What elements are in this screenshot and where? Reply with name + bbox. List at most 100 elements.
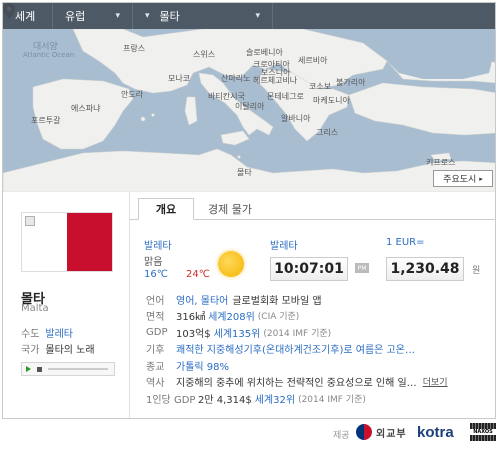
weather-city[interactable]: 발레타 <box>144 237 172 252</box>
fact-gdp-per-capita: 1인당 GDP 2만 4,314$ 세계32위 (2014 IMF 기준) <box>146 390 486 407</box>
region-nav: 세계 유럽 ▾ ▾ 몰타 ▾ <box>3 3 495 29</box>
overview-panel: 발레타 맑음 16℃ 24℃ 발레타 10:07:01 PM 1 EUR= 1,… <box>130 221 495 418</box>
fact-area: 면적 316㎢ 세계208위 (CIA 기준) <box>146 308 486 325</box>
fact-gdp: GDP 103억$ 세계135위 (2014 IMF 기준) <box>146 324 486 341</box>
map[interactable]: 대서양 Atlantic Ocean 프랑스 스위스 슬로베니아 크로아티아 세… <box>3 3 495 192</box>
george-cross-icon <box>25 216 35 226</box>
fact-value[interactable]: 쾌적한 지중해성기후(온대하계건조기후)로 여름은 고온… <box>176 341 415 356</box>
chevron-down-icon: ▾ <box>145 11 150 21</box>
play-icon[interactable] <box>26 366 31 372</box>
fact-key: GDP <box>146 326 168 338</box>
map-label-slovenia: 슬로베니아 <box>246 48 283 57</box>
map-label-sanmarino: 산마리노 <box>221 74 251 83</box>
map-label-kosovo: 코소보 <box>309 82 332 91</box>
provided-by-label: 제공 <box>333 431 350 441</box>
clock-city[interactable]: 발레타 <box>270 237 298 252</box>
map-label-serbia: 세르비아 <box>298 56 328 65</box>
more-link[interactable]: 더보기 <box>423 375 448 388</box>
fact-note: (2014 IMF 기준) <box>298 394 366 405</box>
chevron-down-icon: ▾ <box>255 11 260 21</box>
map-label-andorra: 안도라 <box>121 90 144 99</box>
map-label-greece: 그리스 <box>316 128 339 137</box>
fact-history: 역사 지중해의 중추에 위치하는 전략적인 중요성으로 인해 일… 더보기 <box>146 374 486 391</box>
anthem-player <box>21 362 115 376</box>
capital-link[interactable]: 발레타 <box>45 329 73 340</box>
map-label-italy: 이탈리아 <box>235 102 265 111</box>
map-label-france: 프랑스 <box>123 44 146 53</box>
tab-overview[interactable]: 개요 <box>138 198 194 220</box>
nav-world-label: 세계 <box>15 10 36 23</box>
mofa-logo[interactable]: 외교부 <box>356 424 407 440</box>
anthem-row: 국가 몰타의 노래 <box>21 341 95 356</box>
nav-country-label: 몰타 <box>159 10 180 23</box>
nav-country-select[interactable]: ▾ 몰타 ▾ <box>133 3 273 29</box>
fact-value: 지중해의 중추에 위치하는 전략적인 중요성으로 인해 일… <box>176 378 417 390</box>
fact-key: 1인당 GDP <box>146 394 196 406</box>
fact-rank[interactable]: 세계135위 <box>214 325 261 340</box>
fact-value[interactable]: 영어, 몰타어 <box>176 292 228 307</box>
fact-value: 103억$ <box>176 328 211 340</box>
main-cities-button[interactable]: 주요도시 ▸ <box>433 170 493 187</box>
naxos-text: NAXOS <box>470 429 496 435</box>
capital-key: 수도 <box>21 329 40 340</box>
country-summary: 몰타 Malta 수도 발레타 국가 몰타의 노래 <box>3 192 130 418</box>
nav-continent-select[interactable]: 유럽 ▾ <box>53 3 133 29</box>
country-widget: 대서양 Atlantic Ocean 프랑스 스위스 슬로베니아 크로아티아 세… <box>2 2 496 419</box>
facts-list: 언어 영어, 몰타어 글로벌회화 모바일 앱 면적 316㎢ 세계208위 (C… <box>146 291 486 407</box>
stop-icon[interactable] <box>37 366 42 372</box>
chevron-right-icon: ▸ <box>479 174 483 183</box>
mofa-text: 외교부 <box>376 428 407 440</box>
flag-malta <box>21 212 113 272</box>
fact-value[interactable]: 가톨릭 98% <box>176 358 229 373</box>
main-cities-label: 주요도시 <box>443 175 477 185</box>
info-tabs: 개요 경제 물가 <box>130 192 495 220</box>
chevron-down-icon: ▾ <box>115 11 120 21</box>
nav-world[interactable]: 세계 <box>3 3 53 29</box>
fact-key: 역사 <box>146 378 165 390</box>
temp-low: 16℃ <box>144 269 168 280</box>
temp-high: 24℃ <box>186 269 210 280</box>
fact-note: (2014 IMF 기준) <box>263 328 332 339</box>
map-label-bulgaria: 불가리아 <box>336 78 366 87</box>
fx-unit: 원 <box>472 266 481 276</box>
capital-row: 수도 발레타 <box>21 325 73 340</box>
local-time: 10:07:01 <box>270 257 348 281</box>
fact-key: 기후 <box>146 345 165 357</box>
map-label-monaco: 모나코 <box>168 74 191 83</box>
fact-religion: 종교 가톨릭 98% <box>146 357 486 374</box>
map-label-montenegro: 몬테네그로 <box>267 92 304 101</box>
weather-condition: 맑음 <box>144 257 163 268</box>
fact-key: 언어 <box>146 295 165 307</box>
map-land <box>3 28 495 192</box>
kotra-logo[interactable]: kotra <box>417 424 454 441</box>
naxos-logo[interactable]: NAXOS <box>470 423 496 441</box>
map-label-switzerland: 스위스 <box>193 50 216 59</box>
fact-value: 2만 4,314$ <box>198 394 252 406</box>
tab-prices[interactable]: 경제 물가 <box>200 198 260 220</box>
fact-language: 언어 영어, 몰타어 글로벌회화 모바일 앱 <box>146 291 486 308</box>
fx-rate: 1,230.48 <box>386 257 464 281</box>
map-label-herzegovina: 헤르체고비나 <box>253 76 298 85</box>
fact-rank[interactable]: 세계32위 <box>255 391 295 406</box>
taegeuk-icon <box>356 424 372 440</box>
fact-climate: 기후 쾌적한 지중해성기후(온대하계건조기후)로 여름은 고온… <box>146 341 486 358</box>
fx-label: 1 EUR= <box>386 237 425 248</box>
anthem-key: 국가 <box>21 345 40 356</box>
map-label-portugal: 포르투갈 <box>31 116 61 125</box>
nav-continent-label: 유럽 <box>65 10 86 23</box>
country-name-en: Malta <box>21 303 49 314</box>
map-label-cyprus: 키프로스 <box>426 158 456 167</box>
map-label-spain: 에스파냐 <box>71 104 101 113</box>
map-label-macedonia: 마케도니아 <box>313 96 350 105</box>
map-label-malta: 몰타 <box>237 168 252 177</box>
conversation-app-link[interactable]: 글로벌회화 모바일 앱 <box>232 292 321 307</box>
sunny-icon <box>218 251 244 277</box>
pm-badge: PM <box>355 263 369 273</box>
player-progress[interactable] <box>48 368 108 370</box>
map-label-albania: 알바니아 <box>281 114 311 123</box>
anthem-name: 몰타의 노래 <box>45 345 95 356</box>
fact-key: 종교 <box>146 361 165 373</box>
fact-value: 316㎢ <box>176 312 206 324</box>
fact-rank[interactable]: 세계208위 <box>208 308 255 323</box>
map-label-atlantic-en: Atlantic Ocean <box>23 51 75 59</box>
